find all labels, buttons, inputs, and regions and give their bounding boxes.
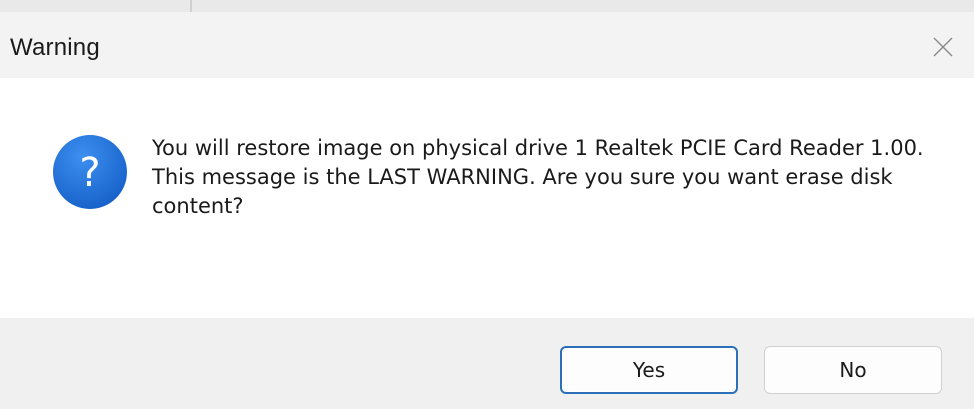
- window-title: Warning: [10, 34, 100, 61]
- no-button[interactable]: No: [764, 346, 942, 394]
- warning-dialog: Warning ? You will restore image on phys…: [0, 0, 974, 409]
- message-line-1: You will restore image on physical drive…: [152, 136, 924, 160]
- title-bar[interactable]: Warning: [0, 12, 974, 78]
- warning-message: You will restore image on physical drive…: [152, 134, 952, 221]
- strip-divider: [190, 0, 192, 12]
- yes-button[interactable]: Yes: [560, 346, 738, 394]
- svg-text:?: ?: [79, 150, 100, 196]
- message-line-2: This message is the LAST WARNING. Are yo…: [152, 165, 893, 218]
- dialog-body: ? You will restore image on physical dri…: [0, 78, 974, 318]
- background-window-strip: [0, 0, 974, 12]
- close-icon: [933, 37, 953, 57]
- question-icon: ?: [53, 135, 127, 209]
- close-button[interactable]: [926, 30, 960, 64]
- button-bar: Yes No: [0, 318, 974, 409]
